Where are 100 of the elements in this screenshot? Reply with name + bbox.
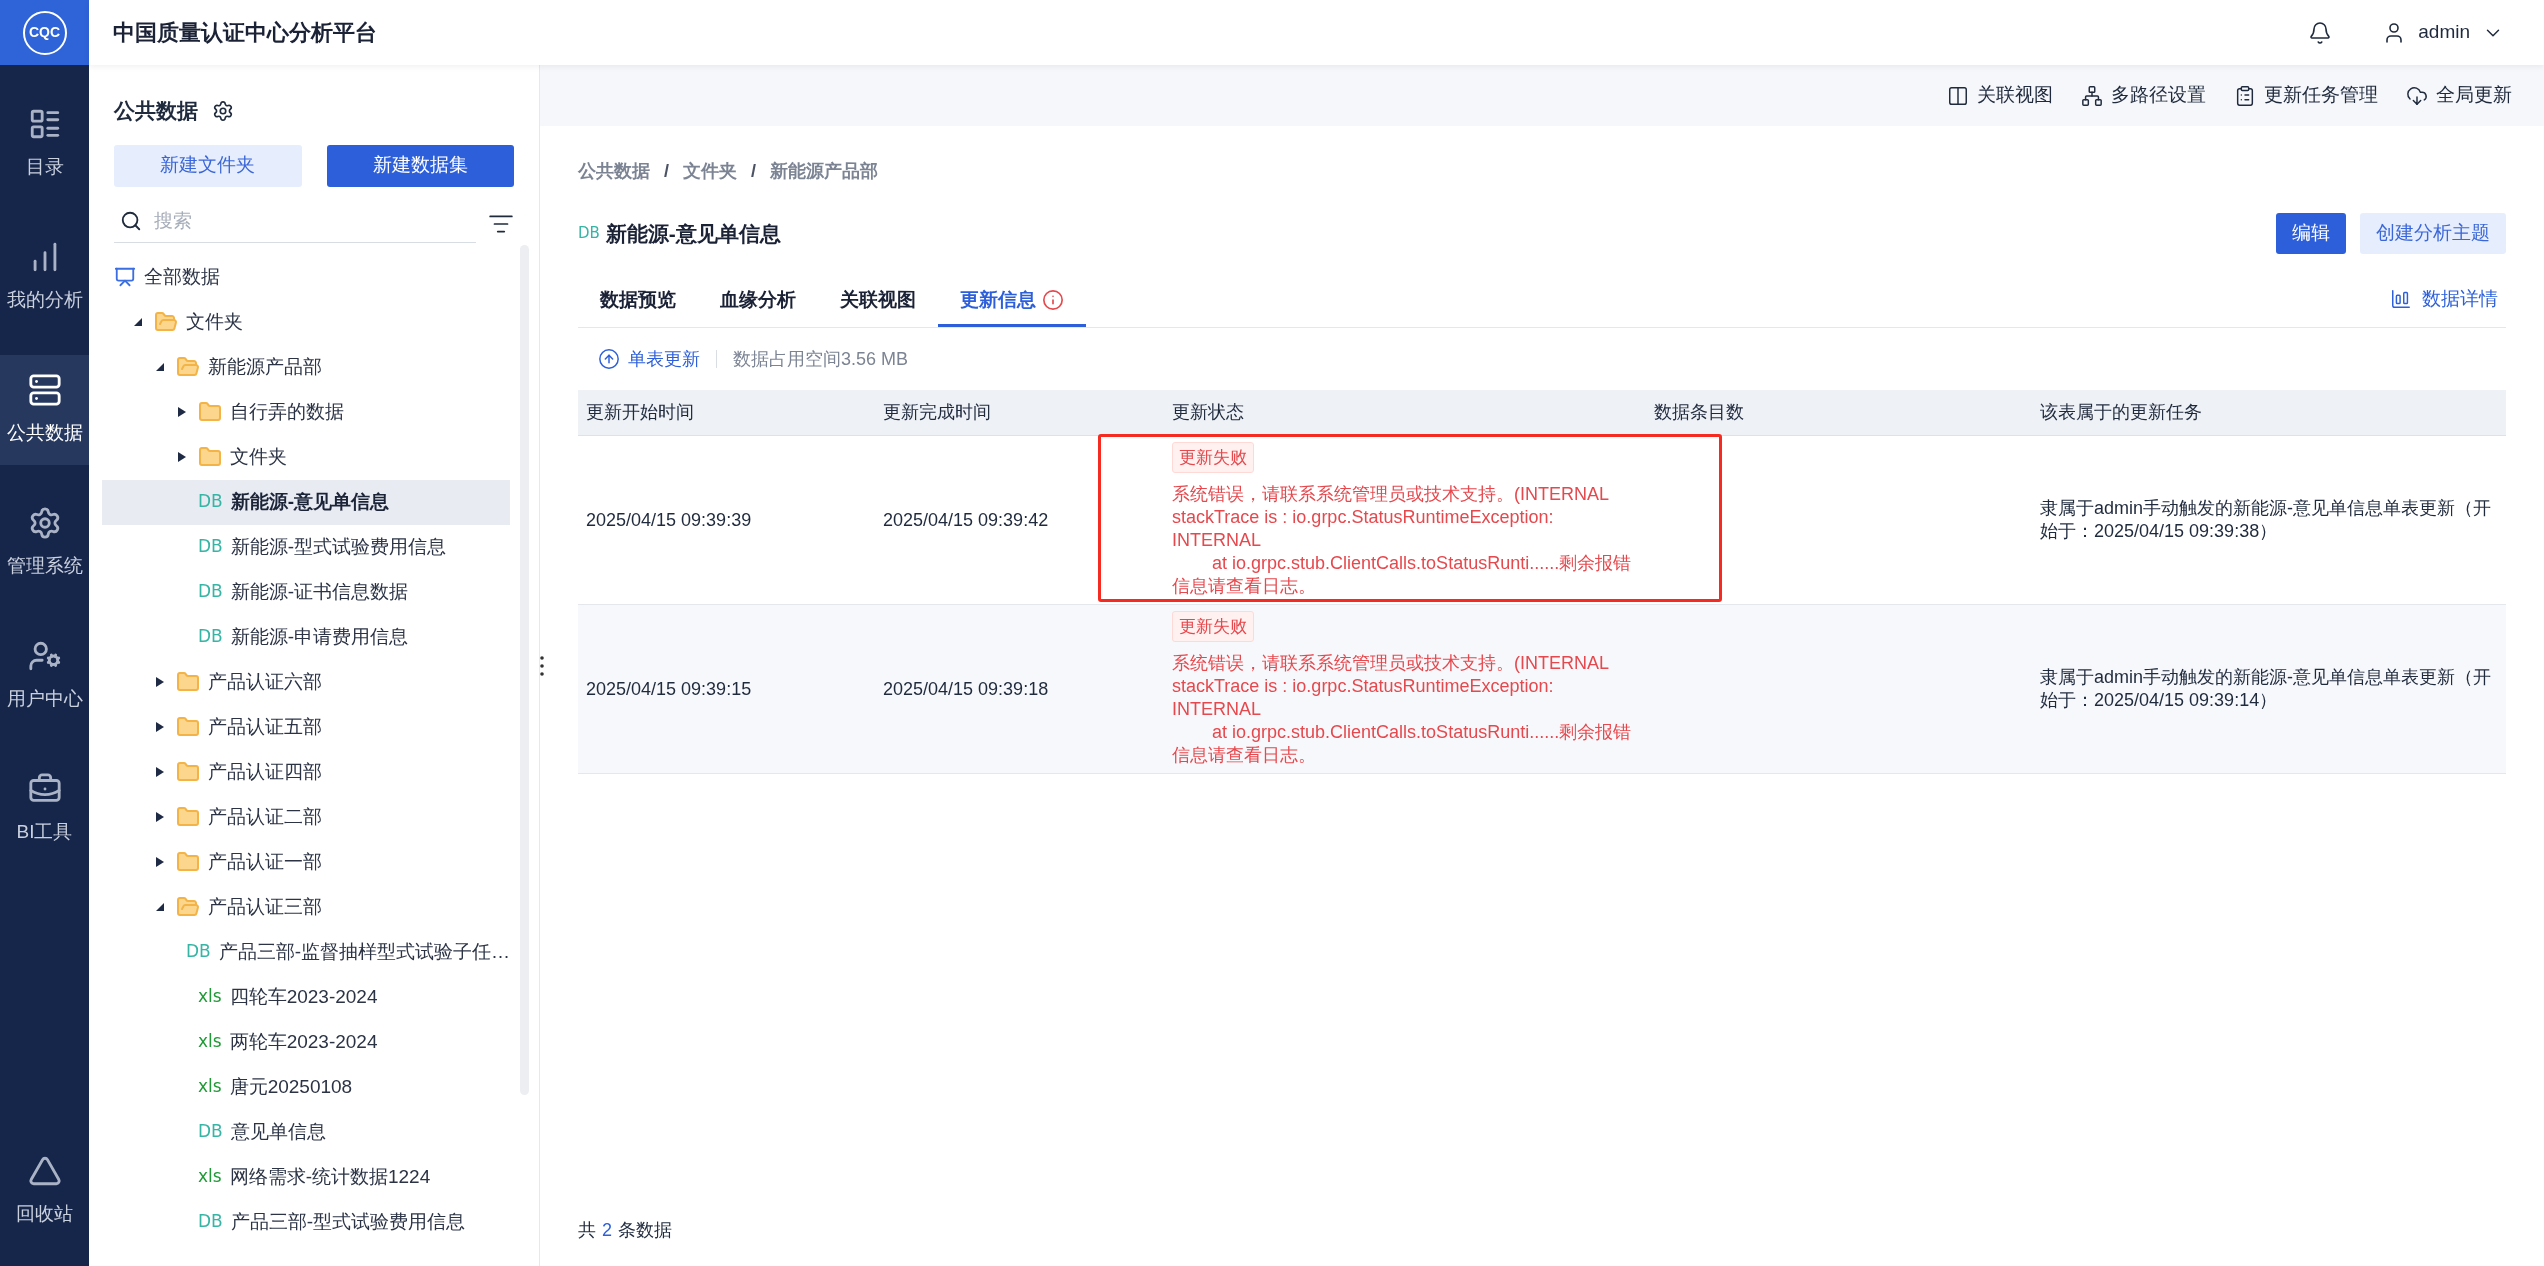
nav-item[interactable]: BI工具 [0, 754, 89, 864]
app-title: 中国质量认证中心分析平台 [113, 19, 377, 47]
dataset-type-tag: DB [578, 222, 600, 245]
info-icon [1042, 289, 1064, 311]
breadcrumb-link[interactable]: 文件夹 [683, 158, 737, 185]
tree-item-label: 文件夹 [186, 309, 243, 334]
file-type-tag: xls [198, 1164, 222, 1190]
tree-item[interactable]: DB 产品三部-监督抽样型式试验子任… [102, 929, 510, 975]
drag-handle-icon[interactable] [539, 655, 545, 677]
tree-item[interactable]: 产品认证三部 [102, 884, 510, 930]
file-type-tag: DB [198, 1119, 223, 1145]
upload-circle-icon [598, 348, 620, 370]
expand-triangle-icon[interactable] [155, 721, 165, 733]
expand-triangle-icon[interactable] [155, 856, 165, 868]
tree-item[interactable]: 文件夹 [102, 434, 510, 480]
folder-icon [176, 850, 200, 874]
tree-item[interactable]: 全部数据 [102, 254, 510, 300]
tree-item[interactable]: DB 新能源-意见单信息 [102, 479, 510, 525]
chart-board-icon [114, 266, 136, 288]
tree-item[interactable]: 自行弄的数据 [102, 389, 510, 435]
search-field[interactable]: 搜索 [154, 206, 470, 236]
tree-item-label: 产品三部-型式试验费用信息 [230, 1209, 466, 1234]
tree-item[interactable]: 产品认证二部 [102, 794, 510, 840]
toolbar-icon [2081, 84, 2103, 107]
column-header: 更新完成时间 [883, 401, 991, 424]
tree-item[interactable]: xls 两轮车2023-2024 [102, 1019, 510, 1065]
folder-icon [176, 760, 200, 784]
tree-item[interactable]: DB 意见单信息 [102, 1109, 510, 1155]
folder-icon [176, 895, 200, 919]
toolbar-link[interactable]: 全局更新 [2406, 81, 2512, 110]
tree-item-label: 产品认证三部 [208, 894, 322, 919]
action-button[interactable]: 编辑 [2276, 213, 2346, 254]
expand-triangle-icon[interactable] [177, 451, 187, 463]
toolbar-link[interactable]: 关联视图 [1947, 81, 2053, 110]
tree-item-label: 产品认证五部 [208, 714, 322, 739]
collapse-triangle-icon[interactable] [155, 902, 165, 912]
tree-item-label: 产品认证一部 [208, 849, 322, 874]
tree-item[interactable]: 产品认证六部 [102, 659, 510, 705]
settings-icon[interactable] [212, 99, 234, 122]
collapse-triangle-icon[interactable] [133, 317, 143, 327]
tree-item[interactable]: DB 新能源-证书信息数据 [102, 569, 510, 615]
tree-item-label: 产品认证二部 [208, 804, 322, 829]
nav-item[interactable]: 管理系统 [0, 488, 89, 598]
refresh-link[interactable]: 单表更新 [598, 345, 700, 373]
tree-item[interactable]: xls 四轮车2023-2024 [102, 974, 510, 1020]
tree-item[interactable]: xls 唐元20250108 [102, 1064, 510, 1110]
tree-item-label: 产品认证六部 [208, 669, 322, 694]
panel-button[interactable]: 新建文件夹 [114, 144, 302, 187]
expand-triangle-icon[interactable] [155, 811, 165, 823]
expand-triangle-icon[interactable] [155, 676, 165, 688]
user-menu[interactable]: admin [2382, 18, 2504, 47]
tree-item[interactable]: DB 新能源-型式试验费用信息 [102, 524, 510, 570]
breadcrumb-link[interactable]: 新能源产品部 [770, 158, 879, 185]
bell-icon[interactable] [2308, 20, 2333, 45]
nav-item[interactable]: 用户中心 [0, 621, 89, 731]
expand-triangle-icon[interactable] [155, 766, 165, 778]
file-type-tag: DB [198, 624, 223, 650]
tab[interactable]: 更新信息 [938, 276, 1086, 327]
column-header: 该表属于的更新任务 [2040, 401, 2202, 424]
collapse-triangle-icon[interactable] [155, 362, 165, 372]
file-type-tag: DB [198, 534, 223, 560]
table-cell-text: 2025/04/15 09:39:39 [586, 508, 752, 532]
nav-item[interactable]: 公共数据 [0, 355, 89, 465]
tree-item[interactable]: 文件夹 [102, 299, 510, 345]
toolbar-link[interactable]: 多路径设置 [2081, 81, 2206, 110]
table-cell-text: 2025/04/15 09:39:18 [883, 677, 1049, 701]
panel-button[interactable]: 新建数据集 [326, 144, 514, 187]
file-type-tag: xls [198, 984, 222, 1010]
tree-item[interactable]: xls 网络需求-统计数据1224 [102, 1154, 510, 1200]
tree-item[interactable]: DB 新能源-申请费用信息 [102, 614, 510, 660]
folder-icon [176, 805, 200, 829]
table-cell-text: 隶属于admin手动触发的新能源-意见单信息单表更新（开始于：2025/04/15 09:39:14） [2040, 666, 2493, 712]
tab[interactable]: 关联视图 [818, 276, 938, 327]
tab[interactable]: 数据预览 [578, 276, 698, 327]
toolbar-icon [2234, 84, 2256, 107]
nav-item[interactable]: 回收站 [0, 1136, 89, 1246]
tree-item[interactable]: 新能源产品部 [102, 344, 510, 390]
nav-item[interactable]: 我的分析 [0, 222, 89, 332]
table-cell-text: 2025/04/15 09:39:42 [883, 508, 1049, 532]
tab[interactable]: 血缘分析 [698, 276, 818, 327]
tree-item[interactable]: DB 产品三部-型式试验费用信息 [102, 1199, 510, 1245]
folder-icon [176, 670, 200, 694]
error-message: 系统错误，请联系系统管理员或技术支持。(INTERNAL stackTrace is : io.grpc.StatusRuntimeException: INTERNAL at io.grpc.stub.ClientCalls.toStatusRunti......剩余报错信息请查看日志。 [1172, 652, 1633, 768]
tree-item-label: 网络需求-统计数据1224 [229, 1164, 431, 1189]
storage-info: 数据占用空间3.56 MB [733, 347, 909, 371]
tree-item[interactable]: 产品认证一部 [102, 839, 510, 885]
tree-item[interactable]: 产品认证四部 [102, 749, 510, 795]
nav-item[interactable]: 目录 [0, 89, 89, 199]
tree-item-label: 产品认证四部 [208, 759, 322, 784]
action-button[interactable]: 创建分析主题 [2360, 213, 2506, 254]
details-link[interactable]: 数据详情 [2390, 284, 2498, 313]
status-badge: 更新失败 [1172, 610, 1254, 643]
expand-triangle-icon[interactable] [177, 406, 187, 418]
breadcrumb-link[interactable]: 公共数据 [578, 158, 650, 185]
tree-item[interactable]: 产品认证五部 [102, 704, 510, 750]
tree-item-label: 四轮车2023-2024 [229, 984, 378, 1009]
total-count-label: 共 [578, 1219, 596, 1242]
toolbar-link[interactable]: 更新任务管理 [2234, 81, 2378, 110]
file-type-tag: DB [198, 489, 223, 515]
tree-item-label: 唐元20250108 [229, 1074, 353, 1099]
